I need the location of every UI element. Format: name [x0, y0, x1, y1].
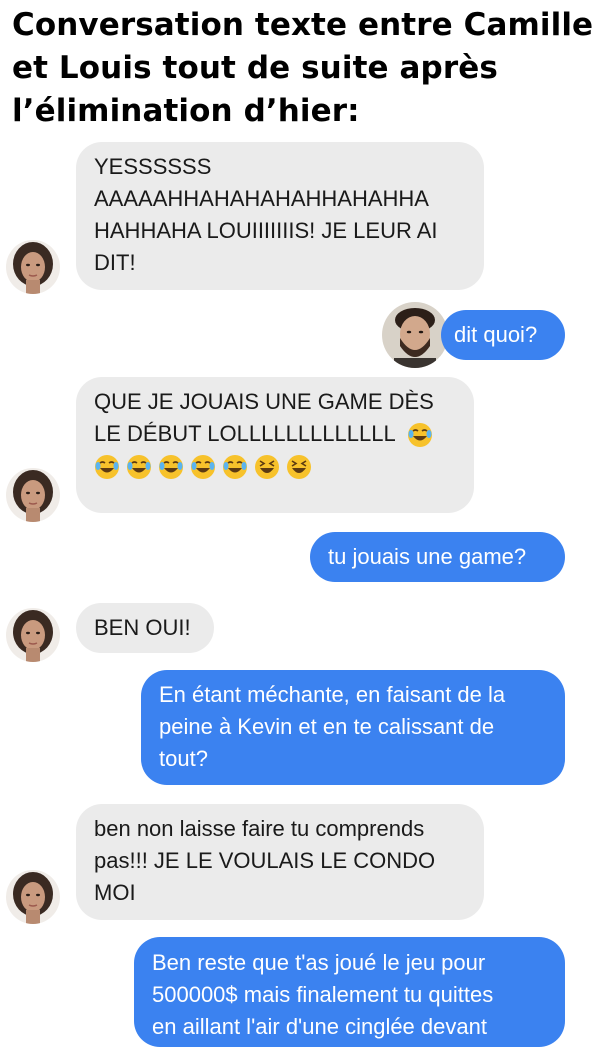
message-text: QUE JE JOUAIS UNE GAME DÈS LE DÉBUT LOLL… [94, 389, 434, 446]
laughing-face-icon [286, 454, 312, 480]
face-with-tears-of-joy-icon [190, 454, 216, 480]
message-bubble-received: ben non laisse faire tu comprends pas!!!… [76, 804, 484, 920]
louis-avatar [382, 302, 448, 368]
laughing-face-icon [254, 454, 280, 480]
camille-avatar [6, 608, 60, 662]
face-with-tears-of-joy-icon [126, 454, 152, 480]
camille-avatar [6, 870, 60, 924]
face-with-tears-of-joy-icon [407, 422, 433, 448]
face-with-tears-of-joy-icon [222, 454, 248, 480]
message-bubble-sent: dit quoi? [441, 310, 565, 360]
face-with-tears-of-joy-icon [158, 454, 184, 480]
page-title: Conversation texte entre Camille et Loui… [12, 7, 594, 129]
message-bubble-received: QUE JE JOUAIS UNE GAME DÈS LE DÉBUT LOLL… [76, 377, 474, 513]
camille-avatar [6, 468, 60, 522]
emoji-row [94, 450, 456, 482]
face-with-tears-of-joy-icon [94, 454, 120, 480]
camille-avatar [6, 240, 60, 294]
message-bubble-received: BEN OUI! [76, 603, 214, 653]
message-bubble-sent: tu jouais une game? [310, 532, 565, 582]
message-bubble-sent: En étant méchante, en faisant de la pein… [141, 670, 565, 785]
message-bubble-received: YESSSSSS AAAAAHHAHAHAHAHHAHAHHA HAHHAHA … [76, 142, 484, 290]
message-bubble-sent: Ben reste que t'as joué le jeu pour 5000… [134, 937, 565, 1047]
